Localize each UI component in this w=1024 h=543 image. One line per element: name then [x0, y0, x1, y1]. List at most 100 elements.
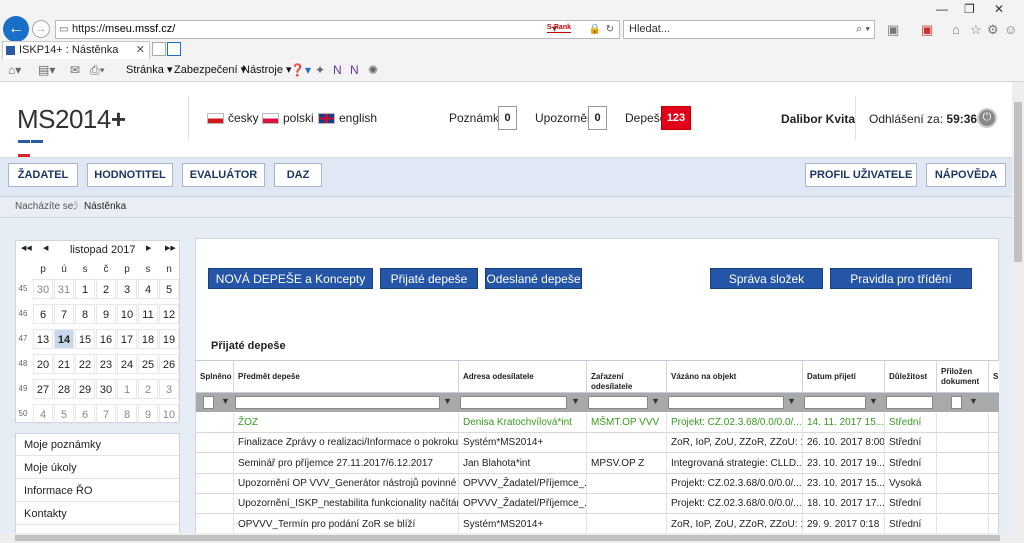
filter-icon[interactable]: ▼: [969, 396, 978, 406]
col-subject[interactable]: Předmět depeše: [234, 361, 459, 393]
nav-evaluator2[interactable]: EVALUÁTOR: [182, 163, 265, 187]
nav-help[interactable]: NÁPOVĚDA: [926, 163, 1006, 187]
close-tab-icon[interactable]: ✕: [136, 42, 145, 59]
col-date[interactable]: Datum přijetí: [803, 361, 885, 393]
calendar-day[interactable]: 4: [138, 279, 158, 299]
minimize-icon[interactable]: —: [936, 2, 948, 16]
power-icon[interactable]: ⏻: [977, 108, 997, 128]
sidebar-item-info[interactable]: Informace ŘO: [16, 480, 179, 502]
addon-icon[interactable]: ▣: [921, 22, 933, 38]
filter-icon[interactable]: ▼: [571, 396, 580, 406]
calendar-day[interactable]: 13: [33, 329, 53, 349]
calendar-day[interactable]: 6: [33, 304, 53, 324]
mail-icon[interactable]: ✉: [70, 60, 80, 80]
manage-folders-button[interactable]: Správa složek: [710, 268, 823, 289]
calendar-day[interactable]: 30: [96, 379, 116, 399]
print-icon[interactable]: ⎙▾: [90, 60, 105, 80]
lang-polish[interactable]: polski: [262, 111, 314, 125]
calendar-day[interactable]: 11: [138, 304, 158, 324]
onenote2-icon[interactable]: N: [350, 60, 359, 80]
calendar-day[interactable]: 25: [138, 354, 158, 374]
nav-applicant[interactable]: ŽADATEL: [8, 163, 78, 187]
lang-english[interactable]: english: [318, 111, 377, 125]
sender-filter-input[interactable]: [460, 396, 567, 409]
received-messages-button[interactable]: Přijaté depeše: [380, 268, 478, 289]
filter-icon[interactable]: ▼: [443, 396, 452, 406]
calendar-day[interactable]: 10: [159, 404, 179, 424]
done-cell[interactable]: [196, 514, 234, 534]
nav-evaluator[interactable]: HODNOTITEL: [87, 163, 173, 187]
calendar-day[interactable]: 19: [159, 329, 179, 349]
nav-profile[interactable]: PROFIL UŽIVATELE: [805, 163, 917, 187]
table-row[interactable]: Upozornění OP VVV_Generátor nástrojů pov…: [196, 473, 999, 494]
table-row[interactable]: Upozornění_ISKP_nestabilita funkcionalit…: [196, 494, 999, 515]
calendar-day[interactable]: 31: [54, 279, 74, 299]
onenote-icon[interactable]: N: [333, 60, 342, 80]
col-done[interactable]: Splněno: [196, 361, 234, 393]
calendar-day[interactable]: 23: [96, 354, 116, 374]
calendar-day[interactable]: 5: [54, 404, 74, 424]
home-icon[interactable]: ⌂: [952, 22, 960, 37]
calendar-day[interactable]: 12: [159, 304, 179, 324]
sidebar-item-contacts[interactable]: Kontakty: [16, 503, 179, 525]
horizontal-scrollbar[interactable]: [0, 533, 1012, 543]
calendar-day[interactable]: 14: [54, 329, 74, 349]
col-sender[interactable]: Adresa odesílatele: [459, 361, 587, 393]
nav-daz[interactable]: DAZ: [274, 163, 322, 187]
role-filter-input[interactable]: [588, 396, 648, 409]
calendar-day[interactable]: 29: [75, 379, 95, 399]
smiley-icon[interactable]: ☺: [1004, 22, 1017, 37]
favorites-icon[interactable]: ☆: [970, 22, 982, 38]
calendar-day[interactable]: 2: [96, 279, 116, 299]
done-filter-checkbox[interactable]: [203, 396, 214, 409]
table-row[interactable]: Finalizace Zprávy o realizaci/Informace …: [196, 433, 999, 454]
calendar-day[interactable]: 24: [117, 354, 137, 374]
calendar-day[interactable]: 26: [159, 354, 179, 374]
col-extra[interactable]: S: [989, 361, 999, 393]
sent-messages-button[interactable]: Odeslané depeše: [485, 268, 582, 289]
menu-tools[interactable]: Nástroje ▾: [242, 60, 292, 80]
alerts-count[interactable]: 0: [588, 106, 607, 130]
refresh-icon[interactable]: ↻: [606, 21, 614, 38]
ie-tab-icon[interactable]: [167, 42, 181, 56]
col-role[interactable]: Zařazení odesílatele: [587, 361, 667, 393]
calendar-day[interactable]: 20: [33, 354, 53, 374]
settings-small-icon[interactable]: ✺: [368, 60, 378, 80]
calendar-day[interactable]: 10: [117, 304, 137, 324]
browser-tab[interactable]: ISKP14+ : Nástěnka ✕: [2, 41, 150, 59]
search-icon[interactable]: ⌕ ▾: [856, 21, 870, 38]
calendar-day[interactable]: 9: [138, 404, 158, 424]
calendar-day[interactable]: 30: [33, 279, 53, 299]
filter-icon[interactable]: ▼: [221, 396, 230, 406]
close-window-icon[interactable]: ✕: [994, 2, 1004, 16]
done-cell[interactable]: [196, 453, 234, 473]
calendar-day[interactable]: 15: [75, 329, 95, 349]
done-cell[interactable]: [196, 433, 234, 453]
home-small-icon[interactable]: ⌂▾: [8, 60, 21, 80]
calendar-day[interactable]: 5: [159, 279, 179, 299]
sidebar-item-tasks[interactable]: Moje úkoly: [16, 457, 179, 479]
extension-icon[interactable]: ▣: [887, 22, 899, 38]
calendar-day[interactable]: 22: [75, 354, 95, 374]
calendar-day[interactable]: 16: [96, 329, 116, 349]
next-month-button[interactable]: ▶: [146, 244, 151, 252]
calendar-day[interactable]: 17: [117, 329, 137, 349]
calendar-day[interactable]: 7: [54, 304, 74, 324]
calendar-day[interactable]: 3: [117, 279, 137, 299]
forward-button[interactable]: →: [32, 20, 50, 38]
addon-tool-icon[interactable]: ✦: [315, 60, 325, 80]
menu-security[interactable]: Zabezpečení ▾: [174, 60, 246, 80]
done-cell[interactable]: [196, 494, 234, 514]
address-bar[interactable]: ▭ https://mseu.mssf.cz/ ▾ S-Rank 🔒 ↻: [55, 20, 620, 39]
back-button[interactable]: ←: [3, 16, 29, 42]
rss-icon[interactable]: ▤▾: [38, 60, 55, 80]
calendar-day[interactable]: 18: [138, 329, 158, 349]
col-attachment[interactable]: Přiložen dokument: [937, 361, 989, 393]
calendar-day[interactable]: 21: [54, 354, 74, 374]
menu-page[interactable]: Stránka ▾: [126, 60, 173, 80]
calendar-day[interactable]: 1: [75, 279, 95, 299]
restore-icon[interactable]: ❐: [964, 2, 975, 16]
calendar-day[interactable]: 9: [96, 304, 116, 324]
prev-year-button[interactable]: ◀◀: [21, 244, 32, 252]
col-object[interactable]: Vázáno na objekt: [667, 361, 803, 393]
